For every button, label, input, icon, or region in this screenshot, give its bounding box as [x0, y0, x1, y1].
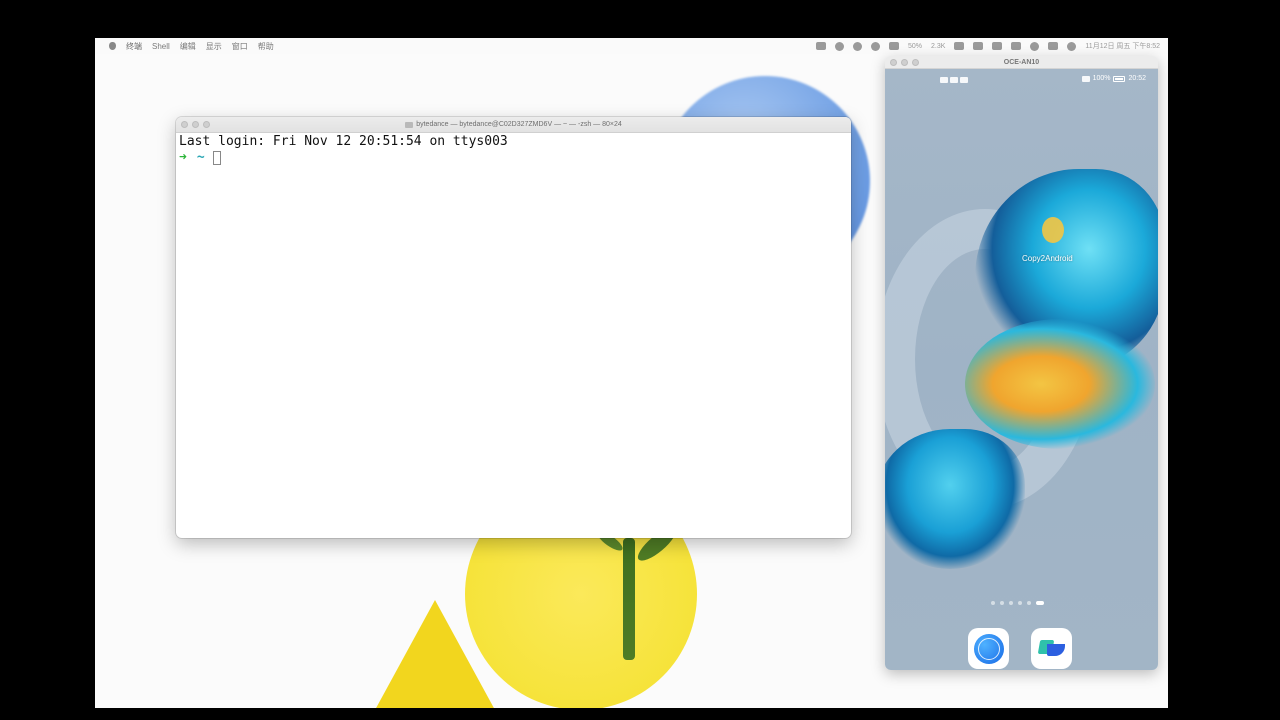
siri-icon[interactable] — [1067, 41, 1077, 51]
page-dot-active[interactable] — [1036, 601, 1044, 605]
battery-percent: 100% — [1092, 75, 1111, 82]
menu-item-edit[interactable]: 编辑 — [180, 41, 196, 52]
last-login-line: Last login: Fri Nov 12 20:51:54 on ttys0… — [179, 134, 508, 149]
folder-icon — [405, 121, 414, 128]
bluetooth-icon[interactable] — [835, 41, 844, 51]
terminal-window[interactable]: bytedance — bytedance@C02D327ZMD6V — ~ —… — [176, 117, 851, 538]
lark-icon — [1039, 640, 1065, 658]
menu-bar-status-area: 50% 2.3K 11月12日 周五 下午8:52 — [816, 38, 1160, 54]
wallpaper-fish-body — [965, 319, 1155, 449]
wallpaper-yellow-triangle — [375, 600, 495, 708]
minimize-button[interactable] — [192, 121, 199, 128]
browser-icon — [973, 633, 1004, 664]
menu-item-shell[interactable]: Shell — [152, 42, 170, 51]
menu-item-help[interactable]: 帮助 — [258, 41, 274, 52]
menu-bar: 终端 Shell 编辑 显示 窗口 帮助 50% 2.3K 11月12日 周五 … — [95, 38, 1168, 54]
page-dot[interactable] — [1027, 601, 1031, 605]
input-method-icon[interactable] — [992, 42, 1003, 50]
phone-status-bar: 100% 20:52 — [885, 73, 1158, 87]
status-icon[interactable] — [816, 42, 826, 50]
apple-icon[interactable] — [109, 42, 116, 50]
status-icon[interactable] — [889, 42, 899, 50]
wifi-icon — [960, 77, 968, 83]
app-label-copy2android[interactable]: Copy2Android — [1022, 254, 1073, 263]
zoom-button[interactable] — [203, 121, 210, 128]
phone-screen[interactable]: 100% 20:52 Copy2Android — [885, 69, 1158, 670]
cpu-usage[interactable]: 50% — [908, 43, 922, 50]
signal-icon — [950, 77, 958, 83]
copy2android-icon[interactable] — [1042, 217, 1064, 243]
control-center-icon[interactable] — [1048, 42, 1059, 50]
window-controls — [890, 59, 919, 66]
nfc-icon — [1081, 75, 1090, 82]
phone-clock: 20:52 — [1128, 75, 1146, 82]
page-dot[interactable] — [1009, 601, 1013, 605]
page-dot[interactable] — [1000, 601, 1004, 605]
battery-icon[interactable] — [1011, 42, 1022, 50]
zoom-button[interactable] — [912, 59, 919, 66]
menu-item-view[interactable]: 显示 — [206, 41, 222, 52]
text-cursor — [212, 151, 221, 165]
menu-item-terminal[interactable]: 终端 — [126, 41, 142, 52]
page-dot[interactable] — [1018, 601, 1022, 605]
terminal-content[interactable]: Last login: Fri Nov 12 20:51:54 on ttys0… — [176, 133, 851, 167]
close-button[interactable] — [890, 59, 897, 66]
terminal-title-text: bytedance — bytedance@C02D327ZMD6V — ~ —… — [416, 121, 622, 128]
page-indicator — [991, 601, 1044, 605]
network-speed[interactable]: 2.3K — [931, 43, 945, 50]
minimize-button[interactable] — [901, 59, 908, 66]
moon-icon[interactable] — [871, 41, 880, 51]
browser-app[interactable] — [968, 628, 1009, 669]
wallpaper-plant-stem — [623, 538, 635, 660]
battery-icon — [1113, 75, 1126, 82]
wifi-icon[interactable] — [973, 42, 984, 50]
phone-window-title: OCE-AN10 — [1003, 58, 1040, 66]
terminal-titlebar[interactable]: bytedance — bytedance@C02D327ZMD6V — ~ —… — [176, 117, 851, 133]
desktop: 终端 Shell 编辑 显示 窗口 帮助 50% 2.3K 11月12日 周五 … — [95, 38, 1168, 708]
status-icon[interactable] — [853, 41, 862, 51]
page-dot[interactable] — [991, 601, 995, 605]
close-button[interactable] — [181, 121, 188, 128]
prompt-directory: ~ — [196, 150, 205, 165]
phone-mirror-window[interactable]: OCE-AN10 100% 20:52 Copy2Android — [885, 56, 1158, 670]
sim-icon — [940, 77, 948, 83]
status-icon[interactable] — [954, 42, 965, 50]
search-icon[interactable] — [1030, 41, 1040, 51]
phone-titlebar[interactable]: OCE-AN10 — [885, 56, 1158, 69]
terminal-title: bytedance — bytedance@C02D327ZMD6V — ~ —… — [405, 121, 622, 128]
prompt-arrow: ➜ — [179, 150, 187, 165]
window-controls — [181, 121, 210, 128]
phone-dock — [968, 628, 1072, 669]
menu-item-window[interactable]: 窗口 — [232, 41, 248, 52]
wallpaper-fish-fin — [885, 429, 1025, 569]
lark-app[interactable] — [1031, 628, 1072, 669]
prompt-line[interactable]: ➜ ~ — [179, 150, 848, 166]
menu-bar-clock[interactable]: 11月12日 周五 下午8:52 — [1085, 43, 1160, 50]
